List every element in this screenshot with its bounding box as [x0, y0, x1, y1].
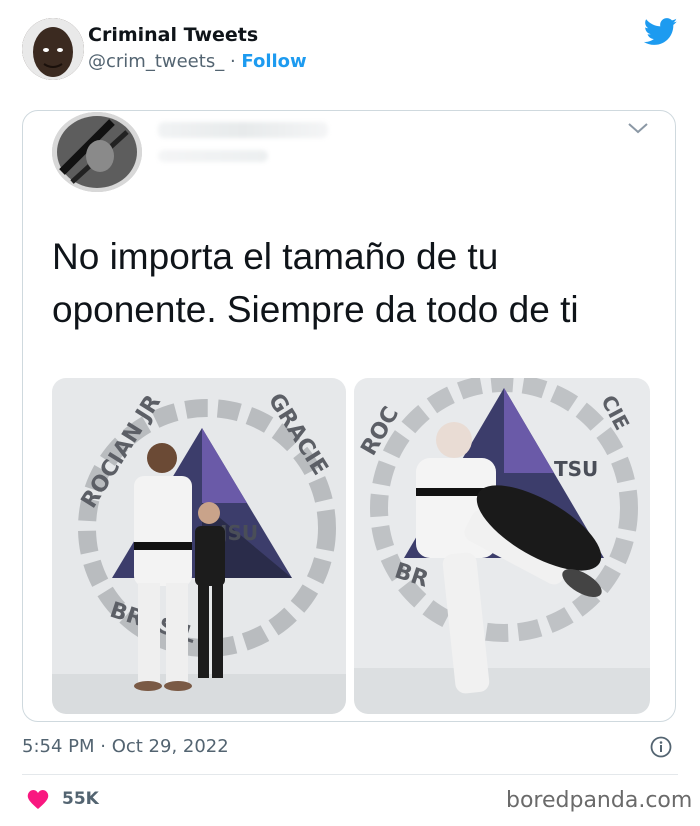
quoted-tweet-text: No importa el tamaño de tu oponente. Sie… — [52, 236, 579, 330]
follow-button[interactable]: Follow — [241, 51, 306, 72]
like-count[interactable]: 55K — [62, 789, 99, 809]
quoted-author-avatar[interactable] — [52, 112, 142, 192]
footer-divider — [22, 774, 678, 775]
author-avatar[interactable] — [22, 18, 84, 80]
tweet-photo-right[interactable]: ROC CIE TSU BR — [354, 378, 650, 714]
author-handle[interactable]: @crim_tweets_ — [88, 51, 224, 72]
info-icon[interactable] — [650, 736, 672, 758]
tweet-timestamp[interactable]: 5:54 PM · Oct 29, 2022 — [22, 736, 229, 757]
source-watermark: boredpanda.com — [506, 788, 693, 813]
quoted-author-name-blurred — [158, 122, 328, 138]
svg-text:TSU: TSU — [554, 457, 598, 481]
quoted-author-handle-blurred — [158, 150, 268, 162]
author-display-name[interactable]: Criminal Tweets — [88, 24, 258, 46]
separator-dot: · — [229, 51, 236, 72]
chevron-down-icon[interactable] — [626, 120, 650, 136]
heart-icon[interactable] — [26, 788, 50, 810]
tweet-photo-left[interactable]: ROCIAN JR GRACIE JSU BRASIL — [52, 378, 346, 714]
author-handle-row: @crim_tweets_ · Follow — [88, 51, 307, 72]
twitter-bird-icon[interactable] — [643, 18, 678, 46]
